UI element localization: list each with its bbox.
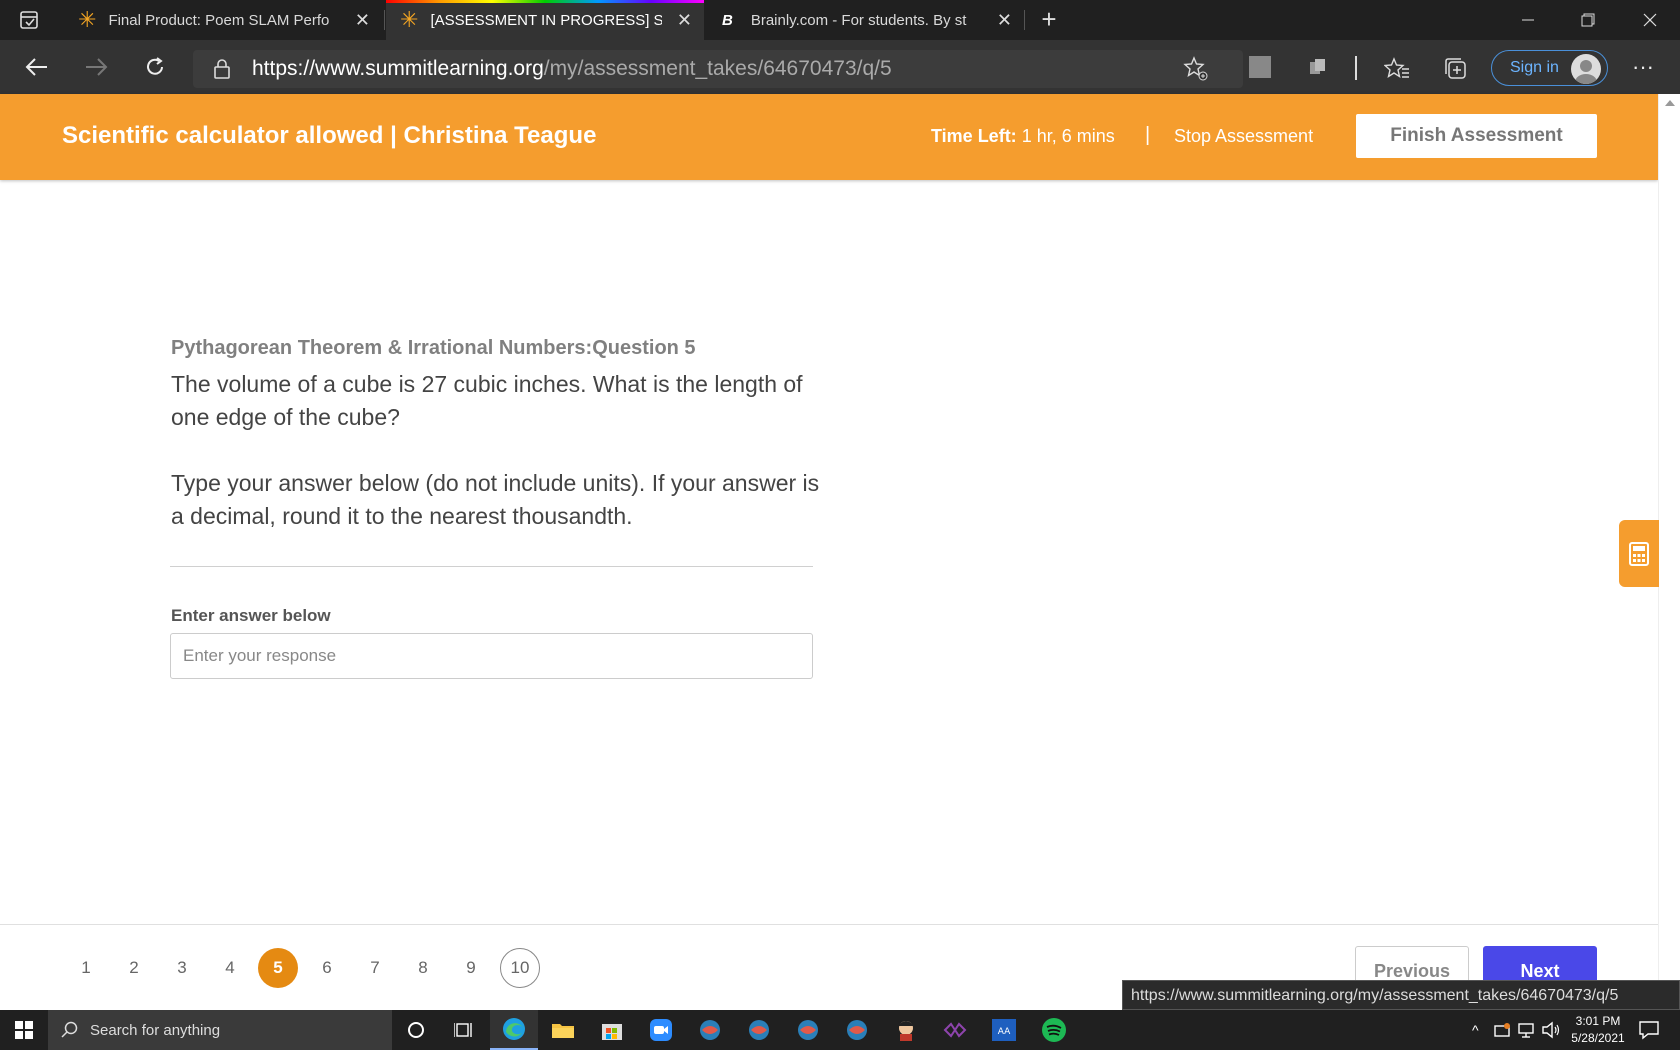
close-tab-icon[interactable]: ✕ bbox=[677, 10, 692, 31]
tab-loading-rainbow bbox=[386, 0, 704, 3]
browser-tab-poem-slam[interactable]: ✳ Final Product: Poem SLAM Perfo ✕ bbox=[64, 0, 382, 40]
question-prompt: The volume of a cube is 27 cubic inches.… bbox=[171, 371, 803, 430]
tab-title: Brainly.com - For students. By st bbox=[750, 11, 967, 29]
sign-in-label: Sign in bbox=[1510, 59, 1559, 76]
add-favorite-icon[interactable] bbox=[1183, 56, 1209, 82]
tab-separator bbox=[1024, 10, 1025, 30]
question-nav-5-current[interactable]: 5 bbox=[258, 948, 298, 988]
spotify-icon[interactable] bbox=[1030, 1010, 1078, 1050]
extension-puzzle-icon[interactable] bbox=[1307, 56, 1329, 78]
browser-tab-assessment[interactable]: ✳ [ASSESSMENT IN PROGRESS] Su ✕ bbox=[386, 0, 704, 40]
close-tab-icon[interactable]: ✕ bbox=[355, 10, 370, 31]
purple-app-icon[interactable] bbox=[931, 1010, 979, 1050]
lock-icon[interactable] bbox=[213, 58, 231, 80]
finish-assessment-button[interactable]: Finish Assessment bbox=[1356, 114, 1597, 158]
file-explorer-icon[interactable] bbox=[539, 1010, 587, 1050]
question-divider bbox=[170, 566, 813, 567]
question-nav-9[interactable]: 9 bbox=[451, 948, 491, 988]
question-nav-6[interactable]: 6 bbox=[307, 948, 347, 988]
url-path: /my/assessment_takes/64670473/q/5 bbox=[543, 57, 892, 80]
game-app-icon[interactable] bbox=[735, 1010, 783, 1050]
question-instructions: Type your answer below (do not include u… bbox=[171, 470, 820, 529]
tab-actions-icon[interactable] bbox=[18, 9, 40, 31]
answer-input[interactable] bbox=[170, 633, 813, 679]
windows-start-icon[interactable] bbox=[0, 1010, 48, 1050]
browser-tab-bar: ✳ Final Product: Poem SLAM Perfo ✕ ✳ [AS… bbox=[0, 0, 1680, 40]
show-hidden-icons-icon[interactable]: ^ bbox=[1472, 1022, 1479, 1038]
new-tab-icon[interactable]: + bbox=[1036, 6, 1062, 32]
cortana-icon[interactable] bbox=[392, 1010, 440, 1050]
collections-icon[interactable] bbox=[1443, 56, 1469, 82]
answer-label: Enter answer below bbox=[171, 606, 331, 625]
time-left-value: 1 hr, 6 mins bbox=[1016, 126, 1115, 146]
summit-favicon-icon: ✳ bbox=[400, 7, 419, 32]
scroll-up-arrow-icon[interactable] bbox=[1665, 100, 1675, 106]
edge-browser-icon[interactable] bbox=[490, 1010, 538, 1050]
url-text[interactable]: https://www.summitlearning.org/my/assess… bbox=[252, 55, 892, 83]
notifications-icon[interactable] bbox=[1638, 1020, 1660, 1045]
zoom-icon[interactable] bbox=[637, 1010, 685, 1050]
question-nav-4[interactable]: 4 bbox=[210, 948, 250, 988]
clock-date: 5/28/2021 bbox=[1571, 1031, 1625, 1045]
blue-app-icon[interactable]: AA bbox=[980, 1010, 1028, 1050]
restore-icon[interactable] bbox=[1558, 0, 1618, 40]
sign-in-button[interactable]: Sign in bbox=[1491, 50, 1608, 86]
forward-arrow-icon[interactable] bbox=[81, 52, 111, 82]
minimize-icon[interactable] bbox=[1498, 0, 1558, 40]
question-nav-10[interactable]: 10 bbox=[500, 948, 540, 988]
calculator-button[interactable] bbox=[1619, 520, 1659, 587]
close-tab-icon[interactable]: ✕ bbox=[997, 10, 1012, 31]
extension-icon[interactable] bbox=[1249, 56, 1271, 78]
calculator-icon bbox=[1629, 541, 1649, 566]
avatar-icon bbox=[1571, 54, 1601, 84]
taskbar-search-placeholder: Search for anything bbox=[90, 1021, 221, 1039]
tab-title: Final Product: Poem SLAM Perfo bbox=[108, 11, 330, 29]
game-app-icon[interactable] bbox=[784, 1010, 832, 1050]
clock-time: 3:01 PM bbox=[1575, 1014, 1621, 1028]
question-nav-2[interactable]: 2 bbox=[114, 948, 154, 988]
link-status-url: https://www.summitlearning.org/my/assess… bbox=[1122, 980, 1680, 1010]
taskbar-search[interactable]: Search for anything bbox=[48, 1010, 392, 1050]
tab-title: [ASSESSMENT IN PROGRESS] Su bbox=[430, 11, 663, 29]
page-scrollbar[interactable] bbox=[1658, 94, 1680, 1009]
question-nav-1[interactable]: 1 bbox=[66, 948, 106, 988]
settings-more-icon[interactable]: ··· bbox=[1630, 56, 1656, 82]
footer-divider bbox=[0, 924, 1658, 925]
character-app-icon[interactable] bbox=[882, 1010, 930, 1050]
question-nav-7[interactable]: 7 bbox=[355, 948, 395, 988]
time-left-label: Time Left: bbox=[931, 126, 1017, 146]
question-heading: Pythagorean Theorem & Irrational Numbers… bbox=[171, 337, 696, 359]
browser-tab-brainly[interactable]: B Brainly.com - For students. By st ✕ bbox=[706, 0, 1024, 40]
close-window-icon[interactable] bbox=[1620, 0, 1680, 40]
game-app-icon[interactable] bbox=[833, 1010, 881, 1050]
url-host: https://www.summitlearning.org bbox=[252, 57, 544, 80]
toolbar-divider bbox=[1355, 56, 1357, 80]
security-icon[interactable] bbox=[1493, 1020, 1513, 1045]
summit-favicon-icon: ✳ bbox=[78, 7, 97, 32]
network-icon[interactable] bbox=[1517, 1020, 1537, 1045]
page-title: Scientific calculator allowed | Christin… bbox=[62, 122, 597, 149]
question-nav-3[interactable]: 3 bbox=[162, 948, 202, 988]
time-left: Time Left: 1 hr, 6 mins bbox=[931, 126, 1115, 147]
microsoft-store-icon[interactable] bbox=[588, 1010, 636, 1050]
stop-assessment-link[interactable]: Stop Assessment bbox=[1174, 126, 1313, 147]
search-icon bbox=[61, 1021, 78, 1038]
taskbar-clock[interactable]: 3:01 PM 5/28/2021 bbox=[1558, 1013, 1638, 1047]
tab-separator bbox=[384, 10, 385, 30]
task-view-icon[interactable] bbox=[440, 1010, 488, 1050]
svg-text:AA: AA bbox=[998, 1027, 1011, 1037]
game-app-icon[interactable] bbox=[686, 1010, 734, 1050]
favorites-icon[interactable] bbox=[1383, 56, 1410, 82]
refresh-icon[interactable] bbox=[140, 52, 170, 82]
assessment-header: Scientific calculator allowed | Christin… bbox=[0, 94, 1658, 180]
brainly-favicon-icon: B bbox=[722, 11, 733, 29]
header-separator: | bbox=[1145, 124, 1151, 146]
question-nav-8[interactable]: 8 bbox=[403, 948, 443, 988]
back-arrow-icon[interactable] bbox=[22, 52, 52, 82]
